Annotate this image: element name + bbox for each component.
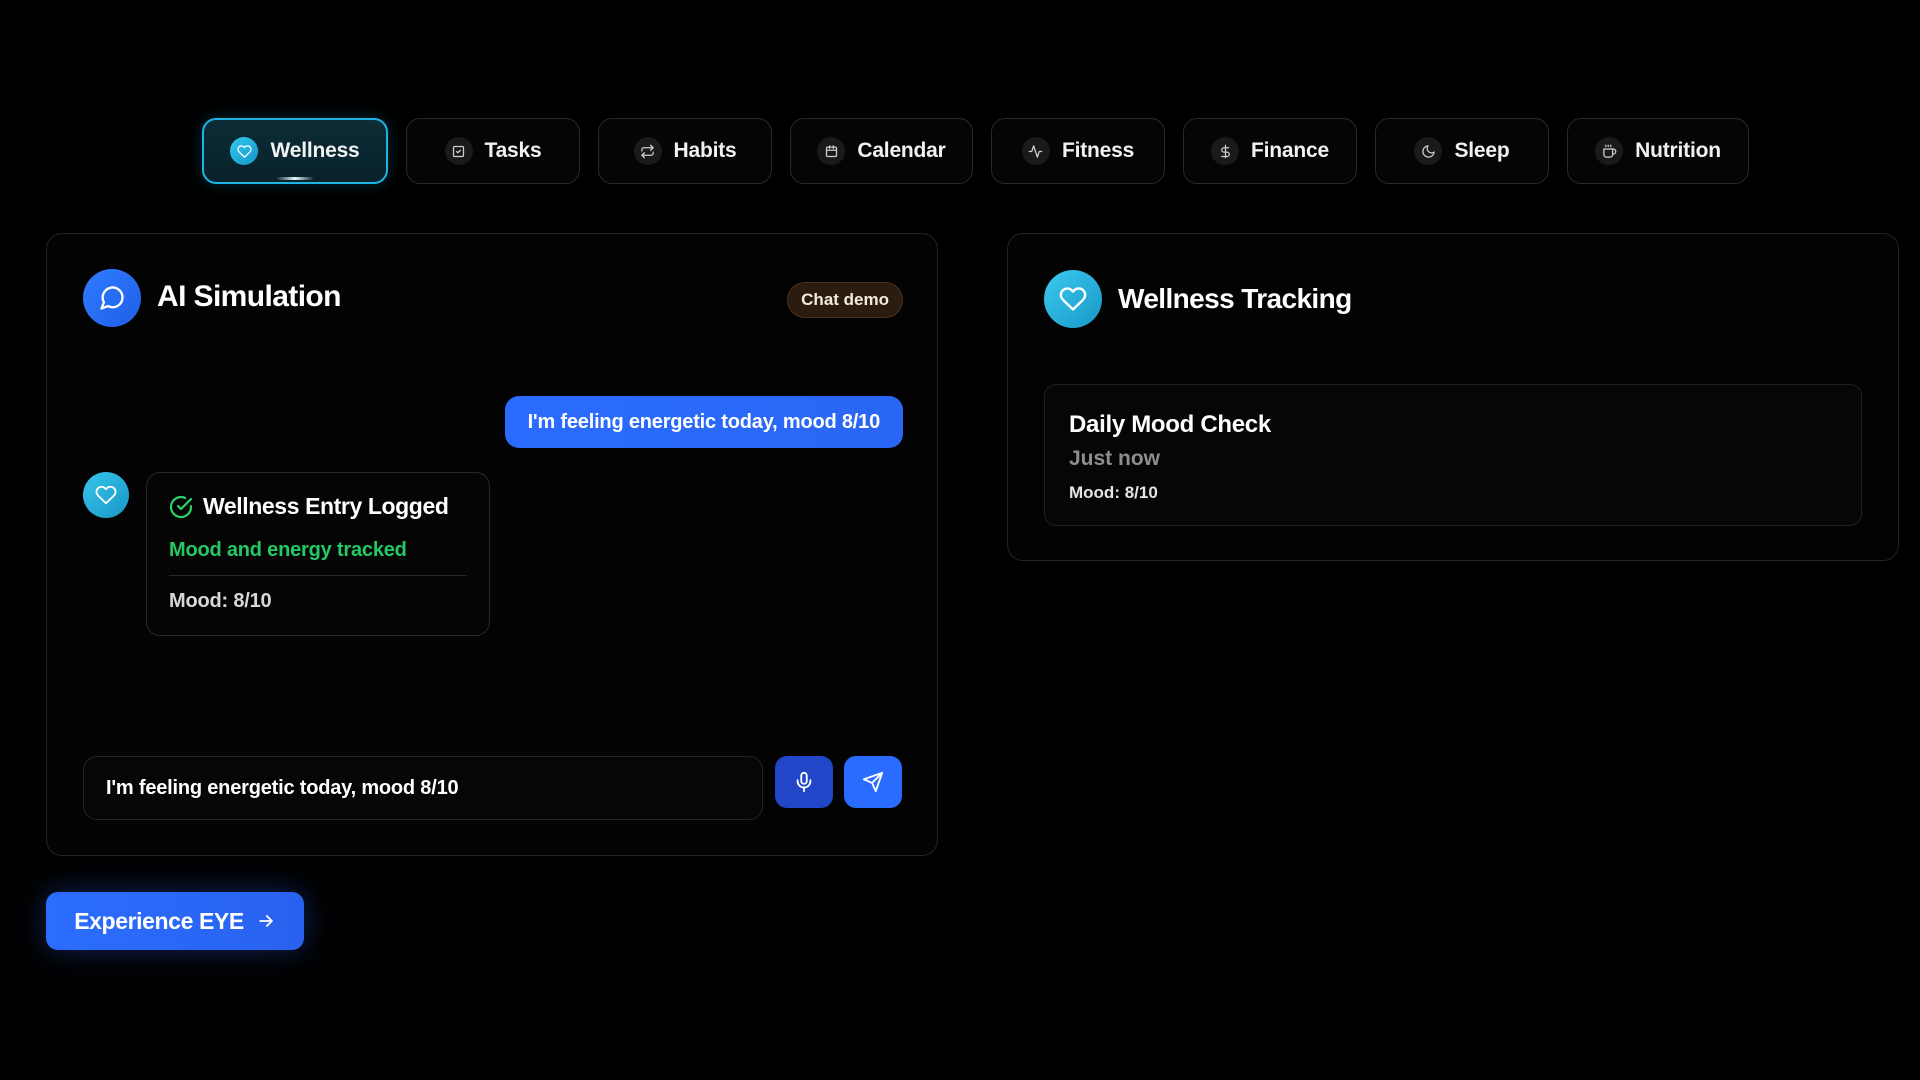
- user-message-bubble: I'm feeling energetic today, mood 8/10: [504, 396, 903, 448]
- divider: [169, 575, 467, 576]
- tab-wellness[interactable]: Wellness: [202, 118, 388, 184]
- tab-habits[interactable]: Habits: [598, 118, 772, 184]
- bot-card-title: Wellness Entry Logged: [203, 493, 449, 519]
- chat-bubble-icon: [83, 269, 141, 327]
- send-button[interactable]: [844, 756, 902, 808]
- tab-label: Tasks: [484, 139, 542, 162]
- bot-avatar: [83, 472, 129, 518]
- tab-label: Calendar: [857, 139, 946, 162]
- bot-card-subtitle: Mood and energy tracked: [169, 539, 407, 561]
- ai-simulation-panel: AI Simulation Chat demo I'm feeling ener…: [46, 233, 938, 856]
- bot-card-header: Wellness Entry Logged: [169, 493, 467, 520]
- tab-finance[interactable]: Finance: [1183, 118, 1357, 184]
- cta-label: Experience EYE: [74, 907, 244, 934]
- chat-input[interactable]: [83, 756, 763, 820]
- heart-icon: [230, 137, 259, 165]
- wellness-tracking-panel: Wellness Tracking Daily Mood Check Just …: [1007, 233, 1899, 561]
- panel-title: AI Simulation: [157, 280, 341, 313]
- tab-label: Nutrition: [1635, 139, 1721, 162]
- tab-sleep[interactable]: Sleep: [1375, 118, 1549, 184]
- tab-label: Wellness: [270, 139, 360, 162]
- bot-response-card: Wellness Entry Logged Mood and energy tr…: [146, 472, 490, 636]
- entry-title: Daily Mood Check: [1069, 411, 1271, 438]
- dollar-icon: [1211, 137, 1240, 165]
- tab-label: Finance: [1251, 139, 1329, 162]
- experience-eye-button[interactable]: Experience EYE: [46, 892, 304, 950]
- check-circle-icon: [169, 495, 193, 518]
- bot-card-detail: Mood: 8/10: [169, 590, 272, 612]
- entry-time: Just now: [1069, 447, 1161, 470]
- tab-label: Fitness: [1061, 139, 1135, 162]
- activity-icon: [1021, 137, 1050, 165]
- feature-tabs: Wellness Tasks Habits Calendar Fitness F…: [202, 118, 1749, 184]
- send-icon: [862, 771, 884, 793]
- calendar-icon: [817, 137, 846, 165]
- tab-label: Sleep: [1454, 139, 1510, 162]
- heart-icon: [95, 485, 117, 505]
- arrow-right-icon: [259, 915, 273, 927]
- tab-label: Habits: [673, 139, 737, 162]
- entry-detail: Mood: 8/10: [1069, 483, 1158, 502]
- coffee-icon: [1595, 137, 1624, 165]
- tab-fitness[interactable]: Fitness: [991, 118, 1165, 184]
- checkbox-icon: [444, 137, 473, 165]
- chat-demo-badge: Chat demo: [787, 282, 903, 318]
- microphone-icon: [796, 771, 812, 793]
- heart-icon: [1044, 270, 1102, 328]
- mood-entry-card: Daily Mood Check Just now Mood: 8/10: [1044, 384, 1862, 526]
- tab-tasks[interactable]: Tasks: [406, 118, 580, 184]
- microphone-button[interactable]: [775, 756, 833, 808]
- moon-icon: [1414, 137, 1443, 165]
- app-root: Wellness Tasks Habits Calendar Fitness F…: [0, 0, 1920, 1080]
- tab-calendar[interactable]: Calendar: [790, 118, 973, 184]
- tab-nutrition[interactable]: Nutrition: [1567, 118, 1749, 184]
- repeat-icon: [633, 137, 662, 165]
- panel-title: Wellness Tracking: [1118, 283, 1352, 314]
